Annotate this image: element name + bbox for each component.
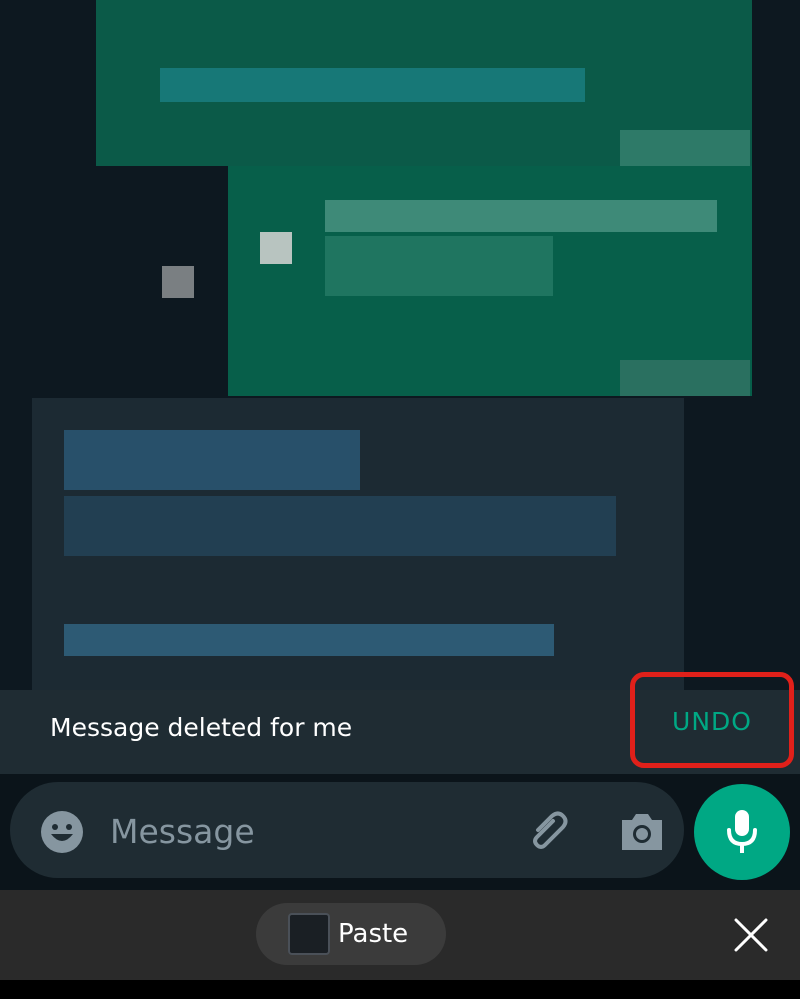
mic-icon — [727, 810, 757, 853]
undo-button[interactable]: UNDO — [630, 672, 794, 768]
blurred-text-line — [620, 130, 750, 166]
close-icon[interactable] — [730, 914, 772, 956]
pixel-artifact — [260, 232, 292, 264]
camera-icon[interactable] — [618, 810, 666, 854]
mic-button[interactable] — [694, 784, 790, 880]
blurred-text-line — [160, 68, 585, 102]
snackbar-message: Message deleted for me — [50, 713, 353, 742]
clipboard-thumbnail-icon — [288, 913, 330, 955]
blurred-text-line — [325, 200, 717, 232]
blurred-text-line — [64, 430, 360, 490]
snackbar: Message deleted for me UNDO — [0, 672, 800, 774]
message-input-container — [10, 782, 684, 878]
composer — [0, 774, 800, 890]
blurred-text-line — [64, 624, 554, 656]
attach-icon[interactable] — [524, 808, 574, 858]
blurred-text-line — [64, 496, 616, 556]
blurred-text-line — [620, 360, 750, 396]
undo-label: UNDO — [672, 706, 752, 736]
message-input[interactable] — [108, 800, 492, 862]
chat-area — [0, 0, 800, 690]
paste-button[interactable]: Paste — [256, 903, 446, 965]
clipboard-suggestion-bar: Paste — [0, 890, 800, 980]
emoji-icon[interactable] — [40, 810, 84, 854]
blurred-text-line — [325, 236, 553, 296]
pixel-artifact — [162, 266, 194, 298]
system-nav-bar — [0, 980, 800, 999]
paste-label: Paste — [338, 919, 409, 949]
